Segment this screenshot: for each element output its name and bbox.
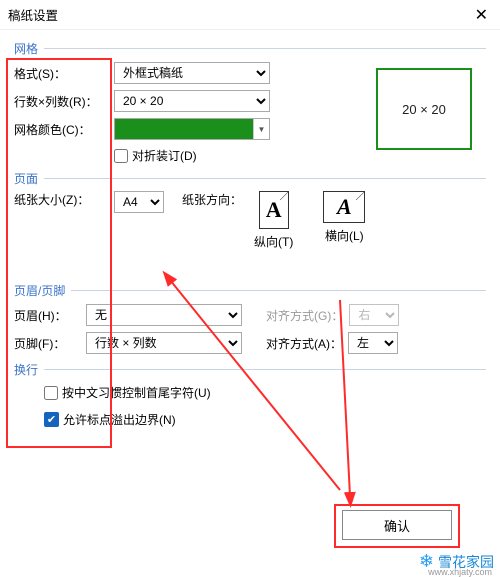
format-select[interactable]: 外框式稿纸 — [114, 62, 270, 84]
orientation-landscape[interactable]: A — [323, 191, 365, 223]
group-wrap: 换行 — [14, 361, 486, 378]
group-headerfooter-label: 页眉/页脚 — [14, 282, 65, 299]
chevron-down-icon: ▼ — [253, 119, 269, 139]
portrait-label: 纵向(T) — [254, 233, 293, 250]
ok-button[interactable]: 确认 — [342, 510, 452, 540]
footer-align-select[interactable]: 左 — [348, 332, 398, 354]
rowcol-select[interactable]: 20 × 20 — [114, 90, 270, 112]
grid-preview: 20 × 20 — [376, 68, 472, 150]
header-align-label: 对齐方式(G)： — [266, 307, 343, 324]
footer-select[interactable]: 行数 × 列数 — [86, 332, 242, 354]
format-label: 格式(S)： — [14, 65, 114, 82]
header-align-select: 右 — [349, 304, 399, 326]
group-wrap-label: 换行 — [14, 361, 38, 378]
header-label: 页眉(H)： — [14, 307, 86, 324]
dialog-title: 稿纸设置 — [8, 5, 58, 24]
overflow-checkbox[interactable]: ✔ — [44, 412, 59, 427]
orientation-label: 纸张方向： — [182, 191, 242, 208]
letter-a-icon: A — [337, 194, 352, 220]
color-select[interactable]: ▼ — [114, 118, 270, 140]
orientation-portrait[interactable]: A — [259, 191, 289, 229]
cjk-checkbox[interactable] — [44, 386, 58, 400]
landscape-label: 横向(L) — [325, 227, 364, 244]
color-label: 网格颜色(C)： — [14, 121, 114, 138]
color-swatch — [115, 119, 253, 139]
group-grid-label: 网格 — [14, 40, 38, 57]
group-page-label: 页面 — [14, 170, 38, 187]
fold-checkbox[interactable] — [114, 149, 128, 163]
fold-label: 对折装订(D) — [132, 147, 197, 164]
close-icon[interactable]: ✕ — [471, 5, 492, 25]
papersize-label: 纸张大小(Z)： — [14, 191, 114, 208]
group-headerfooter: 页眉/页脚 — [14, 282, 486, 299]
footer-align-label: 对齐方式(A)： — [266, 335, 342, 352]
rowcol-label: 行数×列数(R)： — [14, 93, 114, 110]
letter-a-icon: A — [266, 197, 282, 223]
footer-label: 页脚(F)： — [14, 335, 86, 352]
cjk-label: 按中文习惯控制首尾字符(U) — [62, 384, 211, 401]
group-grid: 网格 — [14, 40, 486, 57]
overflow-label: 允许标点溢出边界(N) — [63, 411, 176, 428]
header-select[interactable]: 无 — [86, 304, 242, 326]
papersize-select[interactable]: A4 — [114, 191, 164, 213]
preview-text: 20 × 20 — [402, 102, 446, 117]
group-page: 页面 — [14, 170, 486, 187]
